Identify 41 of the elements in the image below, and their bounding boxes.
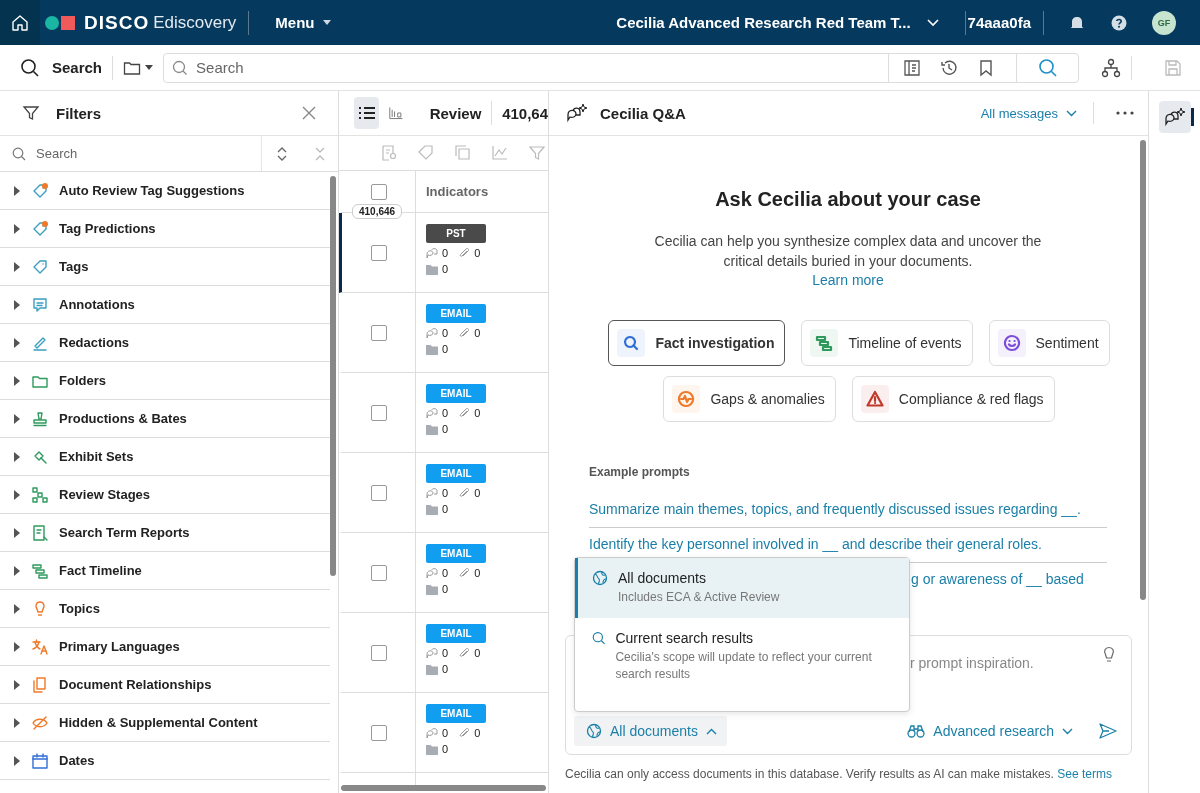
panel-title: Cecilia Q&A <box>600 104 687 122</box>
section-label: Example prompts <box>589 465 691 479</box>
search-label: Search <box>52 59 103 76</box>
comment-count: 0 <box>442 647 449 659</box>
document-type-tag: EMAIL <box>426 624 486 643</box>
attachment-count: 0 <box>474 487 481 499</box>
document-count: 410,64 <box>502 104 548 122</box>
attachment-count: 0 <box>474 407 481 419</box>
document-type-tag: EMAIL <box>426 704 486 723</box>
attachment-count: 0 <box>474 727 481 739</box>
folder-count: 0 <box>442 423 449 435</box>
filters-title: Filters <box>56 104 102 122</box>
comment-count: 0 <box>442 487 449 499</box>
attachment-count: 0 <box>474 327 481 339</box>
review-title: Review <box>429 104 482 122</box>
attachment-count: 0 <box>474 647 481 659</box>
document-type-tag: PST <box>426 224 486 243</box>
folder-count: 0 <box>442 503 449 515</box>
document-type-tag: EMAIL <box>426 464 486 483</box>
document-type-tag: EMAIL <box>426 304 486 323</box>
document-type-tag: EMAIL <box>426 544 486 563</box>
product-name: Ediscovery <box>153 12 237 33</box>
intro-text: Cecilia can help you synthesize complex data and uncover the critical details buried in your documents. <box>653 232 1043 271</box>
disclaimer-text: Cecilia can only access documents in this database. Verify results as AI can make mistakes. See terms <box>565 767 1113 781</box>
comment-count: 0 <box>442 727 449 739</box>
brand-name: DISCO <box>84 11 150 34</box>
folder-count: 0 <box>442 583 449 595</box>
comment-count: 0 <box>442 567 449 579</box>
comment-count: 0 <box>442 247 449 259</box>
attachment-count: 0 <box>474 247 481 259</box>
folder-count: 0 <box>442 343 449 355</box>
count-tooltip: 410,646 <box>352 204 403 219</box>
database-id: 74aaa0fa <box>967 14 1031 31</box>
folder-count: 0 <box>442 663 449 675</box>
comment-count: 0 <box>442 407 449 419</box>
welcome-heading: Ask Cecilia about your case <box>714 188 982 211</box>
attachment-count: 0 <box>474 567 481 579</box>
folder-count: 0 <box>442 743 449 755</box>
document-type-tag: EMAIL <box>426 384 486 403</box>
comment-count: 0 <box>442 327 449 339</box>
folder-count: 0 <box>442 263 449 275</box>
